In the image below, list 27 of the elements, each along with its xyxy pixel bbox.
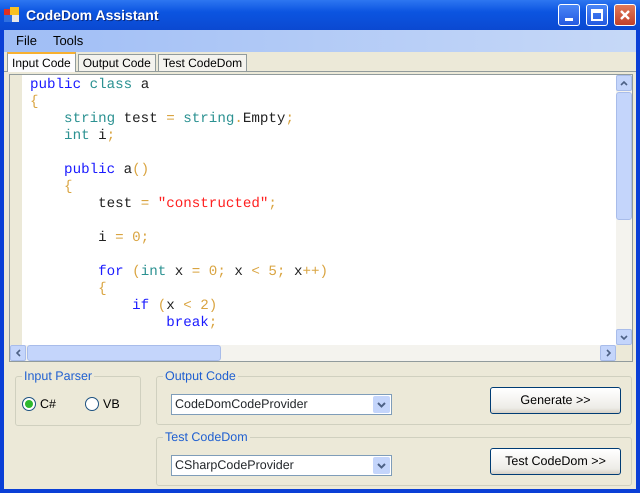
- close-icon: [619, 9, 631, 21]
- scrollbar-corner: [616, 345, 632, 361]
- group-title: Output Code: [163, 369, 238, 383]
- tab[interactable]: Output Code: [78, 54, 156, 71]
- vertical-scrollbar[interactable]: [616, 75, 632, 345]
- window-title: CodeDom Assistant: [26, 6, 160, 24]
- group-title: Input Parser: [22, 369, 94, 383]
- minimize-button[interactable]: [558, 4, 580, 26]
- app-icon: [4, 7, 20, 23]
- tab[interactable]: Test CodeDom: [158, 54, 248, 71]
- action-button[interactable]: Test CodeDom >>: [490, 448, 621, 475]
- horizontal-scrollbar[interactable]: [10, 345, 616, 361]
- radio-button[interactable]: VB: [85, 395, 120, 414]
- group-title: Test CodeDom: [163, 430, 250, 444]
- menu-item[interactable]: File: [8, 29, 45, 53]
- radio-button[interactable]: C#: [22, 395, 56, 414]
- caret-icon: [377, 402, 386, 408]
- maximize-button[interactable]: [586, 4, 608, 26]
- close-button[interactable]: [614, 4, 636, 26]
- tab[interactable]: Input Code: [7, 52, 76, 72]
- dropdown[interactable]: CSharpCodeProvider: [171, 455, 392, 476]
- minimize-icon: [565, 18, 573, 20]
- menu-item[interactable]: Tools: [44, 29, 92, 53]
- maximize-icon: [591, 9, 603, 21]
- caret-icon: [377, 462, 386, 468]
- dropdown[interactable]: CodeDomCodeProvider: [171, 394, 392, 415]
- action-button[interactable]: Generate >>: [490, 387, 621, 414]
